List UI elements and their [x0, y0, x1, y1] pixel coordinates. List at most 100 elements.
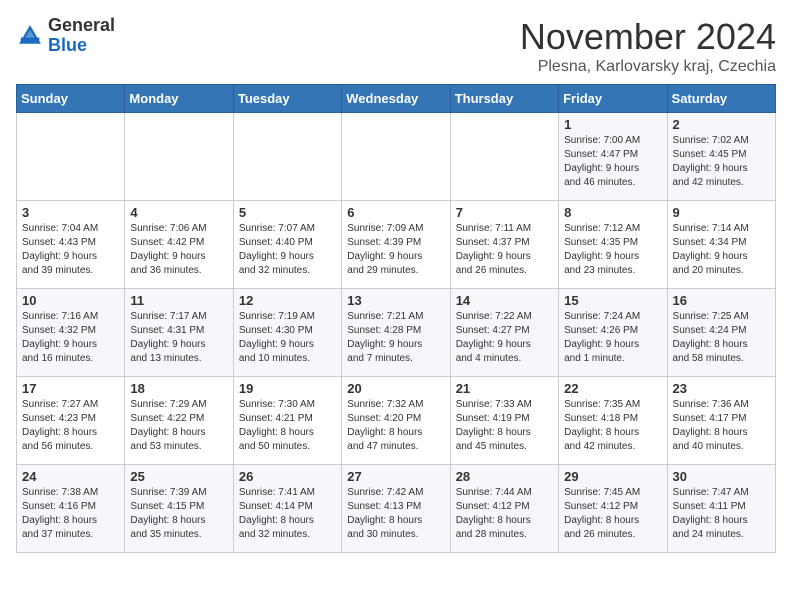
day-info: Sunrise: 7:02 AM Sunset: 4:45 PM Dayligh… [673, 134, 770, 190]
col-sunday: Sunday [17, 85, 125, 113]
col-thursday: Thursday [450, 85, 558, 113]
day-cell-1-2: 5 Sunrise: 7:07 AM Sunset: 4:40 PM Daylig… [233, 201, 341, 289]
day-cell-3-6: 23 Sunrise: 7:36 AM Sunset: 4:17 PM Dayli… [667, 377, 775, 465]
col-monday: Monday [125, 85, 233, 113]
day-cell-4-3: 27 Sunrise: 7:42 AM Sunset: 4:13 PM Dayli… [342, 465, 450, 553]
day-info: Sunrise: 7:25 AM Sunset: 4:24 PM Dayligh… [673, 310, 770, 366]
day-number: 1 [564, 117, 661, 132]
header: General Blue November 2024 Plesna, Karlo… [16, 16, 776, 76]
day-info: Sunrise: 7:32 AM Sunset: 4:20 PM Dayligh… [347, 398, 444, 454]
day-info: Sunrise: 7:38 AM Sunset: 4:16 PM Dayligh… [22, 486, 119, 542]
logo-blue: Blue [48, 35, 87, 55]
col-wednesday: Wednesday [342, 85, 450, 113]
month-title: November 2024 [520, 16, 776, 58]
day-cell-0-3 [342, 113, 450, 201]
day-number: 3 [22, 205, 119, 220]
day-info: Sunrise: 7:42 AM Sunset: 4:13 PM Dayligh… [347, 486, 444, 542]
day-info: Sunrise: 7:17 AM Sunset: 4:31 PM Dayligh… [130, 310, 227, 366]
day-cell-2-0: 10 Sunrise: 7:16 AM Sunset: 4:32 PM Dayli… [17, 289, 125, 377]
day-info: Sunrise: 7:47 AM Sunset: 4:11 PM Dayligh… [673, 486, 770, 542]
day-cell-1-5: 8 Sunrise: 7:12 AM Sunset: 4:35 PM Daylig… [559, 201, 667, 289]
day-cell-2-6: 16 Sunrise: 7:25 AM Sunset: 4:24 PM Dayli… [667, 289, 775, 377]
day-cell-3-2: 19 Sunrise: 7:30 AM Sunset: 4:21 PM Dayli… [233, 377, 341, 465]
day-info: Sunrise: 7:27 AM Sunset: 4:23 PM Dayligh… [22, 398, 119, 454]
day-info: Sunrise: 7:09 AM Sunset: 4:39 PM Dayligh… [347, 222, 444, 278]
day-cell-4-1: 25 Sunrise: 7:39 AM Sunset: 4:15 PM Dayli… [125, 465, 233, 553]
day-cell-0-5: 1Sunrise: 7:00 AM Sunset: 4:47 PM Daylig… [559, 113, 667, 201]
day-cell-1-6: 9 Sunrise: 7:14 AM Sunset: 4:34 PM Daylig… [667, 201, 775, 289]
day-number: 15 [564, 293, 661, 308]
day-number: 19 [239, 381, 336, 396]
col-saturday: Saturday [667, 85, 775, 113]
title-area: November 2024 Plesna, Karlovarsky kraj, … [520, 16, 776, 76]
calendar-header: Sunday Monday Tuesday Wednesday Thursday… [17, 85, 776, 113]
day-number: 2 [673, 117, 770, 132]
day-cell-0-0 [17, 113, 125, 201]
day-number: 27 [347, 469, 444, 484]
week-row-2: 3Sunrise: 7:04 AM Sunset: 4:43 PM Daylig… [17, 201, 776, 289]
day-number: 16 [673, 293, 770, 308]
day-cell-2-1: 11Sunrise: 7:17 AM Sunset: 4:31 PM Dayli… [125, 289, 233, 377]
day-info: Sunrise: 7:12 AM Sunset: 4:35 PM Dayligh… [564, 222, 661, 278]
day-number: 10 [22, 293, 119, 308]
day-number: 29 [564, 469, 661, 484]
day-cell-3-3: 20Sunrise: 7:32 AM Sunset: 4:20 PM Dayli… [342, 377, 450, 465]
day-cell-0-6: 2 Sunrise: 7:02 AM Sunset: 4:45 PM Daylig… [667, 113, 775, 201]
day-cell-4-6: 30 Sunrise: 7:47 AM Sunset: 4:11 PM Dayli… [667, 465, 775, 553]
day-info: Sunrise: 7:07 AM Sunset: 4:40 PM Dayligh… [239, 222, 336, 278]
logo-icon [16, 22, 44, 50]
day-cell-2-4: 14Sunrise: 7:22 AM Sunset: 4:27 PM Dayli… [450, 289, 558, 377]
day-number: 7 [456, 205, 553, 220]
logo-text: General Blue [48, 16, 115, 56]
day-cell-3-0: 17 Sunrise: 7:27 AM Sunset: 4:23 PM Dayli… [17, 377, 125, 465]
logo-general: General [48, 15, 115, 35]
day-info: Sunrise: 7:06 AM Sunset: 4:42 PM Dayligh… [130, 222, 227, 278]
calendar-body: 1Sunrise: 7:00 AM Sunset: 4:47 PM Daylig… [17, 113, 776, 553]
day-info: Sunrise: 7:14 AM Sunset: 4:34 PM Dayligh… [673, 222, 770, 278]
day-info: Sunrise: 7:11 AM Sunset: 4:37 PM Dayligh… [456, 222, 553, 278]
day-number: 30 [673, 469, 770, 484]
day-cell-4-4: 28Sunrise: 7:44 AM Sunset: 4:12 PM Dayli… [450, 465, 558, 553]
day-number: 26 [239, 469, 336, 484]
day-number: 8 [564, 205, 661, 220]
day-number: 18 [130, 381, 227, 396]
day-info: Sunrise: 7:41 AM Sunset: 4:14 PM Dayligh… [239, 486, 336, 542]
col-tuesday: Tuesday [233, 85, 341, 113]
day-cell-2-5: 15 Sunrise: 7:24 AM Sunset: 4:26 PM Dayli… [559, 289, 667, 377]
day-number: 23 [673, 381, 770, 396]
day-cell-4-5: 29Sunrise: 7:45 AM Sunset: 4:12 PM Dayli… [559, 465, 667, 553]
day-cell-2-2: 12 Sunrise: 7:19 AM Sunset: 4:30 PM Dayli… [233, 289, 341, 377]
day-info: Sunrise: 7:30 AM Sunset: 4:21 PM Dayligh… [239, 398, 336, 454]
week-row-1: 1Sunrise: 7:00 AM Sunset: 4:47 PM Daylig… [17, 113, 776, 201]
day-info: Sunrise: 7:39 AM Sunset: 4:15 PM Dayligh… [130, 486, 227, 542]
day-info: Sunrise: 7:35 AM Sunset: 4:18 PM Dayligh… [564, 398, 661, 454]
day-cell-4-2: 26 Sunrise: 7:41 AM Sunset: 4:14 PM Dayli… [233, 465, 341, 553]
col-friday: Friday [559, 85, 667, 113]
day-info: Sunrise: 7:16 AM Sunset: 4:32 PM Dayligh… [22, 310, 119, 366]
day-info: Sunrise: 7:36 AM Sunset: 4:17 PM Dayligh… [673, 398, 770, 454]
day-cell-3-1: 18 Sunrise: 7:29 AM Sunset: 4:22 PM Dayli… [125, 377, 233, 465]
day-cell-4-0: 24 Sunrise: 7:38 AM Sunset: 4:16 PM Dayli… [17, 465, 125, 553]
day-cell-3-4: 21Sunrise: 7:33 AM Sunset: 4:19 PM Dayli… [450, 377, 558, 465]
day-number: 9 [673, 205, 770, 220]
day-number: 13 [347, 293, 444, 308]
week-row-4: 17 Sunrise: 7:27 AM Sunset: 4:23 PM Dayli… [17, 377, 776, 465]
day-number: 25 [130, 469, 227, 484]
day-cell-0-4 [450, 113, 558, 201]
day-cell-1-4: 7 Sunrise: 7:11 AM Sunset: 4:37 PM Daylig… [450, 201, 558, 289]
day-number: 5 [239, 205, 336, 220]
week-row-3: 10 Sunrise: 7:16 AM Sunset: 4:32 PM Dayli… [17, 289, 776, 377]
location-title: Plesna, Karlovarsky kraj, Czechia [520, 58, 776, 76]
day-info: Sunrise: 7:33 AM Sunset: 4:19 PM Dayligh… [456, 398, 553, 454]
day-info: Sunrise: 7:44 AM Sunset: 4:12 PM Dayligh… [456, 486, 553, 542]
logo: General Blue [16, 16, 115, 56]
day-info: Sunrise: 7:19 AM Sunset: 4:30 PM Dayligh… [239, 310, 336, 366]
day-info: Sunrise: 7:29 AM Sunset: 4:22 PM Dayligh… [130, 398, 227, 454]
day-number: 6 [347, 205, 444, 220]
day-number: 24 [22, 469, 119, 484]
day-number: 12 [239, 293, 336, 308]
day-cell-3-5: 22Sunrise: 7:35 AM Sunset: 4:18 PM Dayli… [559, 377, 667, 465]
day-info: Sunrise: 7:24 AM Sunset: 4:26 PM Dayligh… [564, 310, 661, 366]
day-number: 17 [22, 381, 119, 396]
calendar: Sunday Monday Tuesday Wednesday Thursday… [16, 84, 776, 553]
